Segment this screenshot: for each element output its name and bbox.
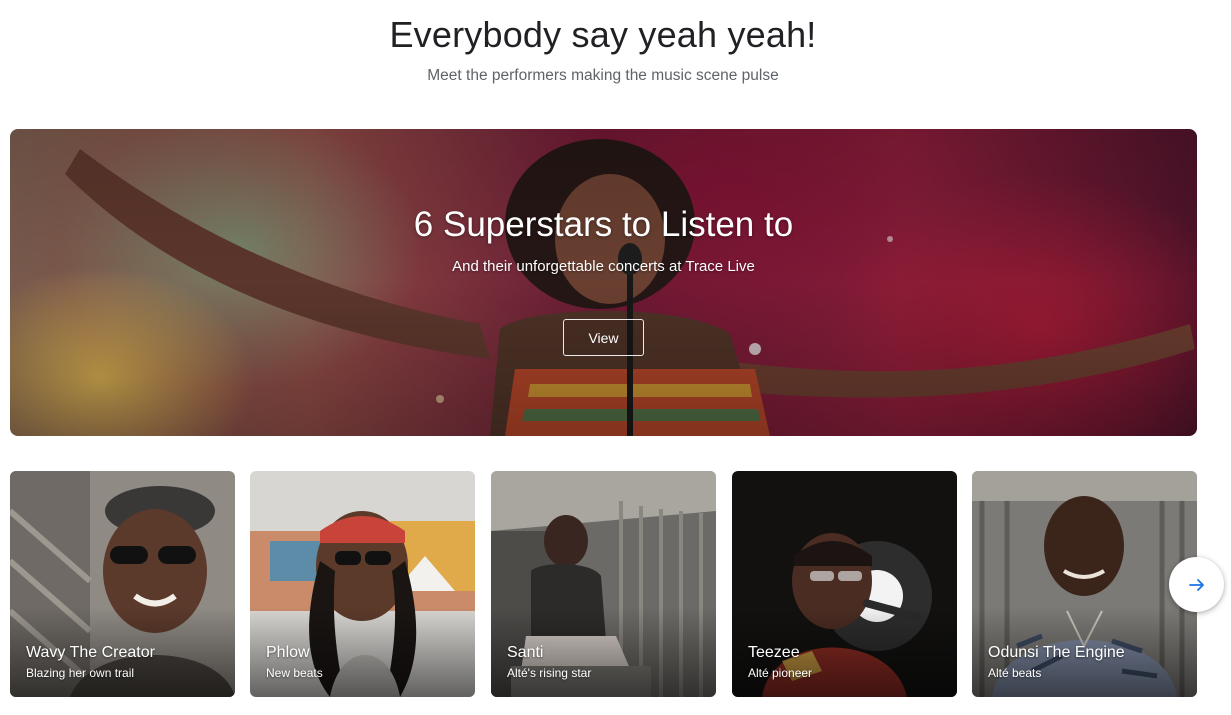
performer-carousel: Wavy The Creator Blazing her own trail P…	[10, 471, 1197, 697]
view-button[interactable]: View	[563, 319, 644, 356]
performer-card-wavy-the-creator[interactable]: Wavy The Creator Blazing her own trail	[10, 471, 235, 697]
performer-card-santi[interactable]: Santi Alté's rising star	[491, 471, 716, 697]
performer-name: Phlow	[266, 644, 310, 661]
performer-description: New beats	[266, 666, 323, 680]
performer-description: Blazing her own trail	[26, 666, 135, 680]
hero-overlay	[10, 129, 1197, 436]
carousel-next-button[interactable]	[1169, 557, 1224, 612]
performer-card-odunsi-the-engine[interactable]: Odunsi The Engine Alté beats	[972, 471, 1197, 697]
performer-description: Alté beats	[988, 666, 1042, 680]
hero-banner[interactable]: 6 Superstars to Listen to And their unfo…	[10, 129, 1197, 436]
hero-subtitle: And their unforgettable concerts at Trac…	[452, 258, 755, 275]
performer-name: Teezee	[748, 644, 800, 661]
page-subtitle: Meet the performers making the music sce…	[427, 67, 779, 84]
page: Everybody say yeah yeah! Meet the perfor…	[0, 0, 1231, 715]
performer-card-teezee[interactable]: Teezee Alté pioneer	[732, 471, 957, 697]
performer-name: Odunsi The Engine	[988, 644, 1125, 661]
performer-card-phlow[interactable]: Phlow New beats	[250, 471, 475, 697]
performer-description: Alté's rising star	[507, 666, 592, 680]
performer-name: Santi	[507, 644, 544, 661]
hero-title: 6 Superstars to Listen to	[413, 205, 794, 244]
performer-name: Wavy The Creator	[26, 644, 155, 661]
arrow-right-icon	[1188, 578, 1204, 591]
page-title: Everybody say yeah yeah!	[389, 14, 817, 55]
performer-description: Alté pioneer	[748, 666, 813, 680]
